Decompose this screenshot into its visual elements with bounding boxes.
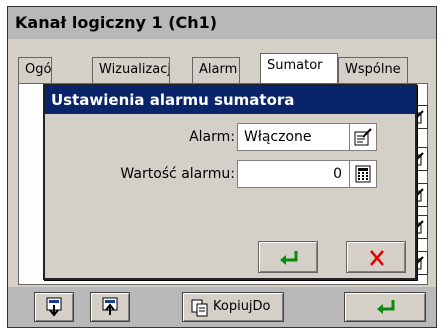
copy-to-button[interactable]: KopiujDo — [182, 292, 284, 322]
close-icon — [370, 250, 384, 266]
window-title: Kanał logiczny 1 (Ch1) — [8, 7, 436, 39]
alarm-value: Włączone — [244, 129, 312, 145]
copy-to-label: KopiujDo — [213, 299, 271, 314]
tab-wizualizacja[interactable]: Wizualizacja — [92, 57, 170, 83]
alarm-value-number: 0 — [333, 166, 342, 182]
alarm-select[interactable]: Włączone — [237, 123, 377, 151]
confirm-button[interactable] — [344, 292, 426, 322]
dialog-title: Ustawienia alarmu sumatora — [45, 86, 415, 114]
alarm-edit-button[interactable] — [349, 124, 376, 150]
cancel-button[interactable] — [346, 241, 406, 273]
alarm-value-label: Wartość alarmu: — [120, 166, 235, 182]
load-from-button[interactable] — [90, 292, 130, 322]
alarm-value-field[interactable]: 0 — [237, 160, 377, 188]
upload-icon — [102, 297, 118, 315]
edit-icon — [354, 128, 372, 146]
tab-sumator[interactable]: Sumator — [260, 53, 338, 83]
screen: Kanał logiczny 1 (Ch1) Ogólne Wizualizac… — [7, 6, 437, 328]
tab-alarm[interactable]: Alarm — [192, 57, 240, 83]
bottom-toolbar: KopiujDo — [8, 287, 436, 327]
tab-ogolne[interactable]: Ogólne — [18, 57, 52, 83]
enter-icon — [280, 251, 298, 265]
download-icon — [46, 297, 62, 317]
ok-button[interactable] — [258, 241, 318, 273]
tab-wspolne[interactable]: Wspólne — [338, 57, 408, 83]
enter-icon — [377, 300, 395, 314]
copy-icon — [191, 299, 208, 317]
alarm-label: Alarm: — [189, 129, 235, 145]
calculator-icon — [355, 165, 371, 183]
keypad-button[interactable] — [349, 161, 376, 187]
save-to-button[interactable] — [34, 292, 74, 322]
alarm-dialog: Ustawienia alarmu sumatora Alarm: Włączo… — [43, 84, 417, 280]
